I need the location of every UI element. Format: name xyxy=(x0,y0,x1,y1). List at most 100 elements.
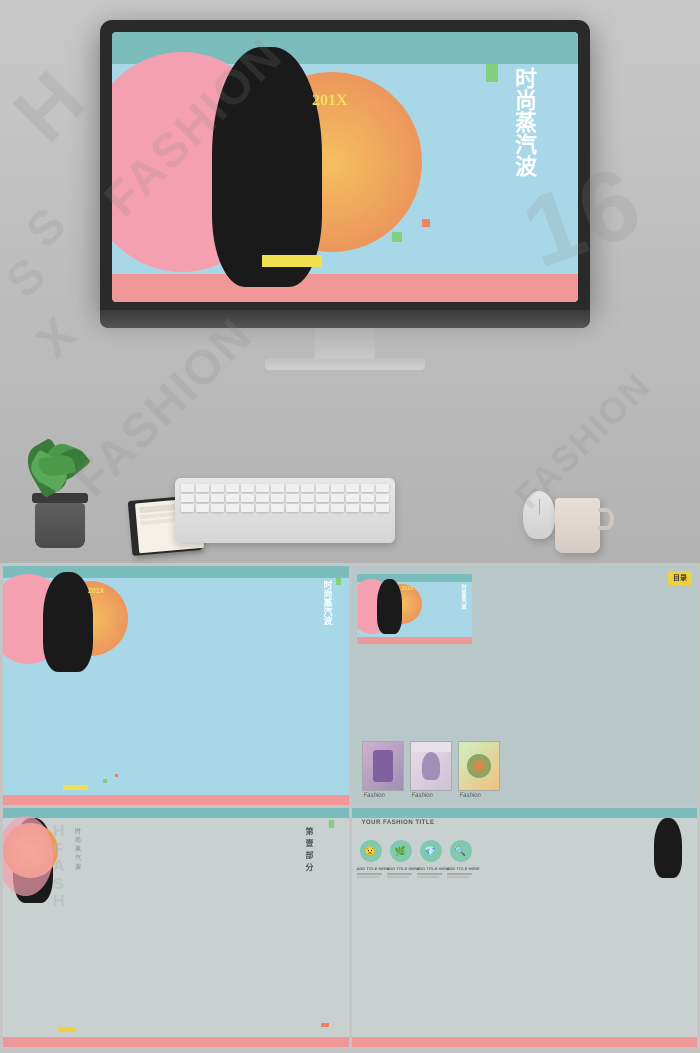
t2-badge: 目录 xyxy=(668,571,692,585)
t2-fashion3: Fashion xyxy=(460,793,481,799)
thumbnail-2-toc[interactable]: 目录 Fashion xyxy=(352,566,698,805)
thumbnail-3-section[interactable]: HFASH 第壹部分 时尚蒸汽波 xyxy=(3,808,349,1047)
t3-watermark: HFASH xyxy=(53,823,65,911)
key xyxy=(331,484,344,492)
slide-year-text: 201X xyxy=(312,92,348,110)
t4-add2: ADD TITLE HERE xyxy=(387,866,420,871)
thumb4-content: YOUR FASHION TITLE 😟 🌿 💎 🔍 ADD TITLE HER… xyxy=(352,808,698,1047)
t2-img2-fig xyxy=(422,752,440,780)
t2-img2 xyxy=(410,741,452,791)
t1-green xyxy=(336,578,341,585)
slide-person xyxy=(212,47,322,287)
keyboard xyxy=(175,478,395,543)
key xyxy=(181,494,194,502)
monitor: 201X 时尚蒸汽波 xyxy=(100,20,590,370)
key xyxy=(361,504,374,512)
key xyxy=(316,504,329,512)
t1-bottom-bar xyxy=(3,795,349,805)
t1-yellow xyxy=(63,785,88,790)
t2-mini-year: 201X xyxy=(402,586,414,592)
key xyxy=(286,484,299,492)
t4-line2b xyxy=(387,876,409,878)
t2-fashion2: Fashion xyxy=(412,793,433,799)
monitor-bezel: 201X 时尚蒸汽波 xyxy=(100,20,590,310)
t4-icon4: 🔍 xyxy=(450,840,472,862)
t1-year: 201X xyxy=(88,588,104,595)
key xyxy=(226,494,239,502)
t1-deco1 xyxy=(103,779,107,783)
key xyxy=(241,494,254,502)
t2-mini-person xyxy=(377,579,402,634)
t2-mini-title: 时尚蒸汽波 xyxy=(460,584,467,609)
key xyxy=(256,484,269,492)
key xyxy=(286,504,299,512)
key xyxy=(241,504,254,512)
thumbnail-1-cover[interactable]: 201X 时尚蒸汽波 xyxy=(3,566,349,805)
t3-deco-coral xyxy=(321,1023,329,1027)
key xyxy=(331,494,344,502)
key xyxy=(346,504,359,512)
t4-person xyxy=(654,818,682,878)
mouse xyxy=(523,491,555,539)
key xyxy=(196,494,209,502)
mug xyxy=(555,498,600,553)
mug-handle xyxy=(598,508,614,530)
key xyxy=(376,504,389,512)
t4-line4b xyxy=(447,876,469,878)
thumb2-content: 目录 Fashion xyxy=(352,566,698,805)
thumb3-content: HFASH 第壹部分 时尚蒸汽波 xyxy=(3,808,349,1047)
t1-title: 时尚蒸汽波 xyxy=(321,580,334,625)
t4-add3: ADD TITLE HERE xyxy=(417,866,450,871)
key xyxy=(211,484,224,492)
key xyxy=(361,494,374,502)
key xyxy=(196,504,209,512)
t3-deco-yellow xyxy=(58,1027,76,1032)
key xyxy=(226,504,239,512)
t3-sublabel: 时尚蒸汽波 xyxy=(75,828,81,873)
key xyxy=(271,484,284,492)
monitor-stand-neck xyxy=(315,328,375,358)
t1-person xyxy=(43,572,93,672)
t4-bottom-bar xyxy=(352,1037,698,1047)
key xyxy=(376,494,389,502)
plant xyxy=(25,433,95,548)
t2-fashion1: Fashion xyxy=(364,793,385,799)
thumbnails-section: 201X 时尚蒸汽波 目录 xyxy=(0,563,700,1053)
key xyxy=(301,504,314,512)
monitor-stand-base xyxy=(265,358,425,370)
key xyxy=(211,504,224,512)
slide-bottom-bar xyxy=(112,274,578,302)
key xyxy=(241,484,254,492)
slide-title-chinese: 时尚蒸汽波 xyxy=(509,67,538,177)
plant-soil xyxy=(32,493,88,503)
monitor-stand-top xyxy=(100,310,590,328)
key xyxy=(331,504,344,512)
t4-line2 xyxy=(387,873,412,875)
keyboard-keys xyxy=(175,478,395,518)
mouse-divider xyxy=(539,499,540,515)
t4-add1: ADD TITLE HERE xyxy=(357,866,390,871)
t4-line3b xyxy=(417,876,439,878)
thumbnail-4-content[interactable]: YOUR FASHION TITLE 😟 🌿 💎 🔍 ADD TITLE HER… xyxy=(352,808,698,1047)
key xyxy=(271,494,284,502)
t2-img3-inner xyxy=(459,742,499,790)
key xyxy=(226,484,239,492)
monitor-screen: 201X 时尚蒸汽波 xyxy=(112,32,578,302)
t3-top-bar xyxy=(3,808,349,818)
key xyxy=(256,494,269,502)
key xyxy=(211,494,224,502)
t2-img1-inner xyxy=(363,742,403,790)
key xyxy=(181,504,194,512)
slide-deco1 xyxy=(392,232,402,242)
key xyxy=(346,494,359,502)
t4-line4 xyxy=(447,873,472,875)
t2-cover-mini: 201X 时尚蒸汽波 xyxy=(357,574,472,644)
t2-img1-fig xyxy=(373,750,393,782)
t4-line1b xyxy=(357,876,379,878)
t4-line1 xyxy=(357,873,382,875)
key xyxy=(316,484,329,492)
t1-deco2 xyxy=(115,774,118,777)
thumb1-content: 201X 时尚蒸汽波 xyxy=(3,566,349,805)
key xyxy=(301,484,314,492)
key xyxy=(316,494,329,502)
